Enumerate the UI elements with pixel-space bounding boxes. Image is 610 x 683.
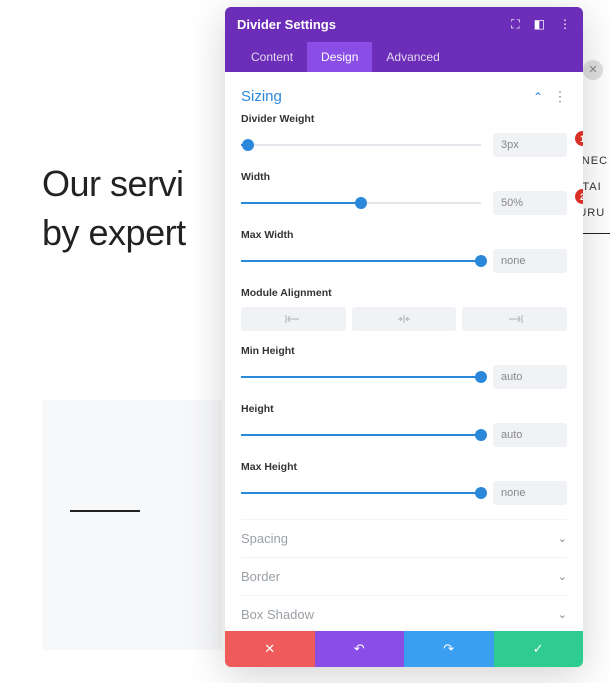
bg-card [42, 400, 222, 650]
slider-max-height[interactable] [241, 492, 481, 494]
annotation-badge-1: 1 [575, 131, 583, 146]
bg-divider-line [70, 510, 140, 512]
field-module-alignment: Module Alignment [241, 287, 567, 331]
slider-min-height[interactable] [241, 376, 481, 378]
section-label: Spacing [241, 531, 288, 546]
field-divider-weight: Divider Weight 3px 1 [241, 113, 567, 157]
snap-icon[interactable]: ◧ [534, 17, 545, 32]
value-max-width[interactable]: none [493, 249, 567, 273]
annotation-badge-2: 2 [575, 189, 583, 204]
tab-design[interactable]: Design [307, 42, 372, 72]
align-center-button[interactable] [352, 307, 457, 331]
value-divider-weight[interactable]: 3px [493, 133, 567, 157]
slider-width[interactable] [241, 202, 481, 204]
modal-header: Divider Settings ⛶ ◧ ⋮ Content Design Ad… [225, 7, 583, 72]
value-height[interactable]: auto [493, 423, 567, 447]
heading-line2: by expert [42, 212, 186, 253]
divider-settings-modal: Divider Settings ⛶ ◧ ⋮ Content Design Ad… [225, 7, 583, 667]
section-label: Box Shadow [241, 607, 314, 622]
modal-footer: ✕ ↶ ↷ ✓ [225, 631, 583, 667]
section-label: Border [241, 569, 280, 584]
tabs: Content Design Advanced [237, 42, 571, 72]
chevron-down-icon: ⌄ [558, 608, 567, 621]
field-label: Module Alignment [241, 287, 567, 299]
page-heading: Our servi by expert [42, 160, 186, 257]
field-label: Max Width [241, 229, 567, 241]
field-label: Min Height [241, 345, 567, 357]
kebab-icon[interactable]: ⋮ [559, 17, 571, 32]
modal-title: Divider Settings [237, 17, 336, 32]
heading-line1: Our servi [42, 163, 184, 204]
tab-content[interactable]: Content [237, 42, 307, 72]
value-max-height[interactable]: none [493, 481, 567, 505]
align-left-button[interactable] [241, 307, 346, 331]
undo-button[interactable]: ↶ [315, 631, 405, 667]
value-width[interactable]: 50% [493, 191, 567, 215]
field-label: Height [241, 403, 567, 415]
field-max-height: Max Height none [241, 461, 567, 505]
slider-divider-weight[interactable] [241, 144, 481, 146]
modal-body[interactable]: Sizing ⌃ ⋮ Divider Weight 3px 1 Width [225, 72, 583, 631]
chevron-up-icon[interactable]: ⌃ [533, 90, 543, 104]
save-button[interactable]: ✓ [494, 631, 584, 667]
chevron-down-icon: ⌄ [558, 532, 567, 545]
section-border[interactable]: Border ⌄ [241, 557, 567, 595]
slider-height[interactable] [241, 434, 481, 436]
align-right-button[interactable] [462, 307, 567, 331]
field-min-height: Min Height auto [241, 345, 567, 389]
section-title: Sizing [241, 88, 282, 105]
field-label: Max Height [241, 461, 567, 473]
field-label: Width [241, 171, 567, 183]
tab-advanced[interactable]: Advanced [372, 42, 453, 72]
value-min-height[interactable]: auto [493, 365, 567, 389]
cancel-button[interactable]: ✕ [225, 631, 315, 667]
section-box-shadow[interactable]: Box Shadow ⌄ [241, 595, 567, 631]
section-header-sizing[interactable]: Sizing ⌃ ⋮ [241, 82, 567, 113]
field-label: Divider Weight [241, 113, 567, 125]
section-spacing[interactable]: Spacing ⌄ [241, 519, 567, 557]
field-max-width: Max Width none [241, 229, 567, 273]
expand-icon[interactable]: ⛶ [511, 17, 519, 32]
redo-button[interactable]: ↷ [404, 631, 494, 667]
section-kebab-icon[interactable]: ⋮ [553, 88, 567, 105]
close-overlay-icon[interactable]: ✕ [583, 60, 603, 80]
modal-header-actions: ⛶ ◧ ⋮ [511, 17, 571, 32]
slider-max-width[interactable] [241, 260, 481, 262]
field-height: Height auto [241, 403, 567, 447]
chevron-down-icon: ⌄ [558, 570, 567, 583]
field-width: Width 50% 2 [241, 171, 567, 215]
